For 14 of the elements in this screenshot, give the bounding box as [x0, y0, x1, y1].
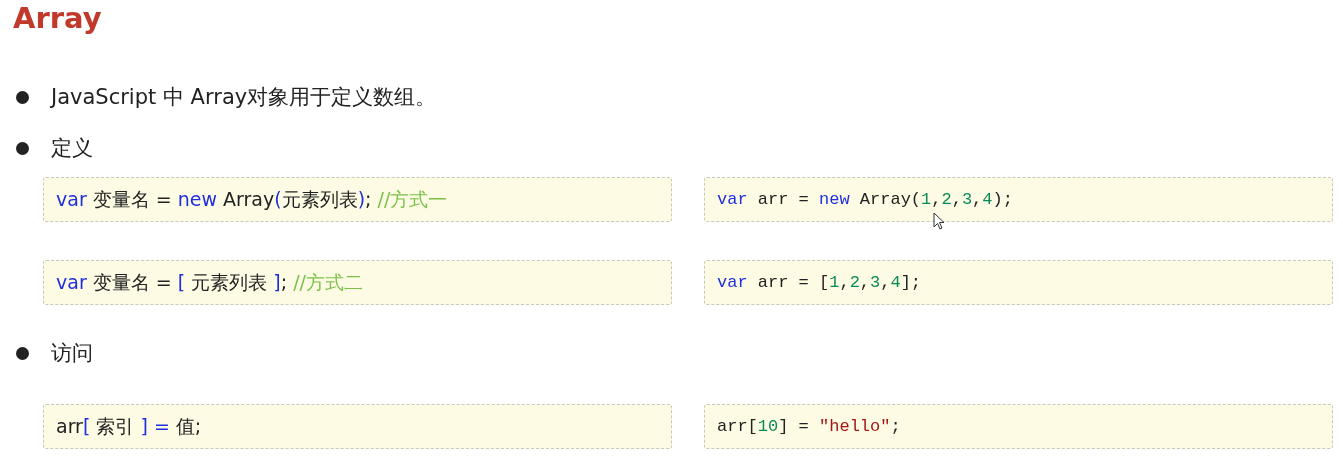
code-line: arr[10] = "hello"; — [717, 415, 901, 438]
slide-title: Array — [13, 0, 103, 37]
bullet-text: JavaScript 中 Array对象用于定义数组。 — [51, 83, 437, 111]
code-line: var 变量名 = [ 元素列表 ]; //方式二 — [56, 270, 363, 296]
bullet-icon — [16, 347, 29, 360]
bullet-icon — [16, 91, 29, 104]
code-line: var 变量名 = new Array(元素列表); //方式一 — [56, 187, 448, 213]
code-line: var arr = [1,2,3,4]; — [717, 271, 922, 294]
code-line: arr[ 索引 ] = 值; — [56, 414, 202, 440]
bullet-text: 访问 — [51, 339, 93, 367]
bullet-icon — [16, 142, 29, 155]
bullet-text: 定义 — [51, 134, 93, 162]
code-line: var arr = new Array(1,2,3,4); — [717, 188, 1013, 211]
mouse-cursor-icon — [933, 212, 945, 230]
